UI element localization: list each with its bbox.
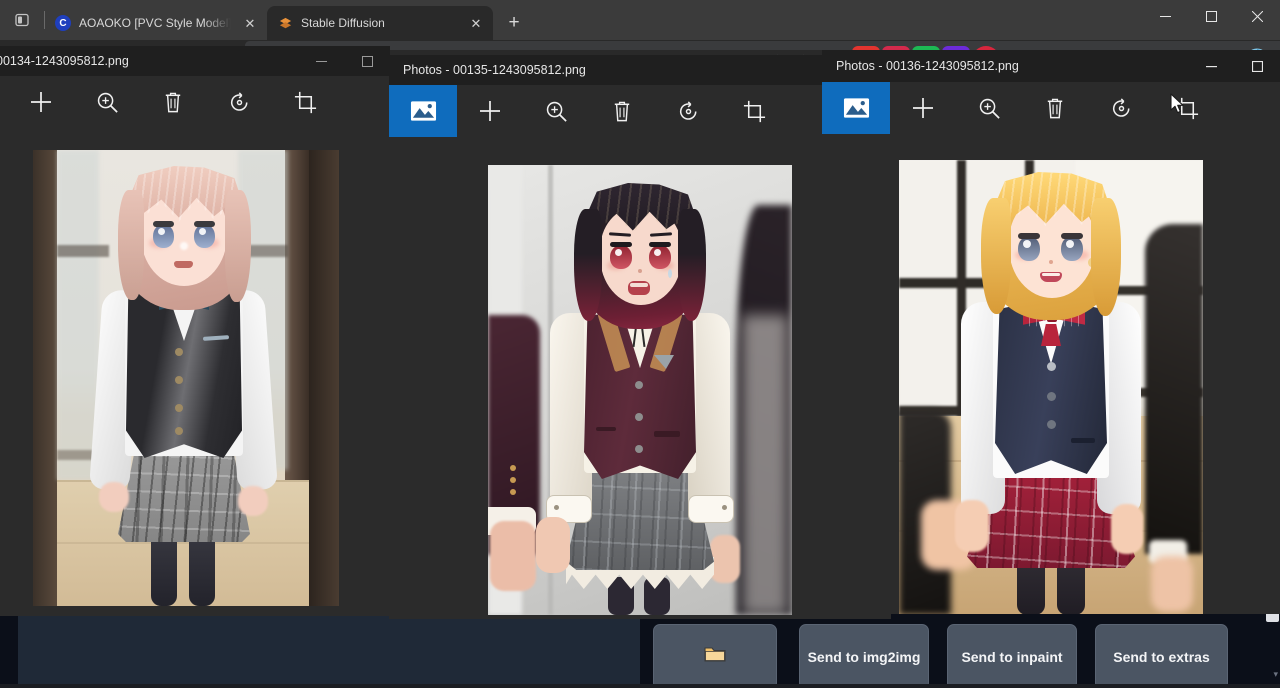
scroll-down-arrow-icon[interactable]: ▾	[1273, 669, 1278, 680]
tab-close-icon[interactable]: ✕	[465, 12, 487, 34]
photos-window-1-titlebar[interactable]: 00134-1243095812.png	[0, 46, 390, 76]
crop-icon[interactable]	[272, 76, 338, 128]
rotate-icon[interactable]	[206, 76, 272, 128]
minimize-button[interactable]	[1188, 50, 1234, 82]
tab-aoaoko[interactable]: C AOAOKO [PVC Style Model] - PV ✕	[45, 6, 267, 40]
magnifier-plus-icon[interactable]	[956, 82, 1022, 134]
crop-icon[interactable]	[721, 85, 787, 137]
photos-window-2-toolbar	[389, 85, 891, 137]
folder-icon	[704, 645, 726, 668]
add-button[interactable]	[8, 76, 74, 128]
windows-taskbar	[0, 684, 1280, 688]
trash-icon[interactable]	[1022, 82, 1088, 134]
image-view-button[interactable]	[389, 85, 457, 137]
add-button[interactable]	[890, 82, 956, 134]
tab-search-icon[interactable]	[0, 0, 44, 40]
window-controls	[298, 46, 390, 76]
tab-title: AOAOKO [PVC Style Model] - PV	[79, 16, 231, 30]
crop-icon[interactable]	[1154, 82, 1220, 134]
open-folder-button[interactable]	[653, 624, 777, 688]
window-controls	[1188, 50, 1280, 82]
magnifier-plus-icon[interactable]	[74, 76, 140, 128]
close-button[interactable]	[1234, 0, 1280, 32]
photos-window-2-canvas	[389, 137, 891, 619]
photos-window-3-titlebar[interactable]: Photos - 00136-1243095812.png	[822, 50, 1280, 82]
rotate-icon[interactable]	[655, 85, 721, 137]
send-to-extras-button[interactable]: Send to extras	[1095, 624, 1228, 688]
tab-title: Stable Diffusion	[301, 16, 457, 30]
photos-window-2-titlebar[interactable]: Photos - 00135-1243095812.png	[389, 55, 891, 85]
image-00135	[488, 165, 792, 615]
magnifier-plus-icon[interactable]	[523, 85, 589, 137]
photos-window-1-toolbar	[0, 76, 390, 128]
maximize-button[interactable]	[1188, 0, 1234, 32]
stable-diffusion-icon	[277, 15, 293, 31]
trash-icon[interactable]	[140, 76, 206, 128]
window-title: 00134-1243095812.png	[0, 54, 129, 68]
new-tab-button[interactable]: +	[499, 8, 529, 38]
photos-window-3[interactable]: Photos - 00136-1243095812.png	[822, 50, 1280, 614]
send-to-img2img-button[interactable]: Send to img2img	[799, 624, 929, 688]
window-title: Photos - 00135-1243095812.png	[389, 63, 586, 77]
browser-tabstrip: C AOAOKO [PVC Style Model] - PV ✕ Stable…	[0, 0, 1280, 40]
image-00136	[899, 160, 1203, 614]
maximize-button[interactable]	[1234, 50, 1280, 82]
add-button[interactable]	[457, 85, 523, 137]
window-title: Photos - 00136-1243095812.png	[822, 59, 1019, 73]
photos-window-1-canvas	[0, 128, 390, 616]
photos-window-2[interactable]: Photos - 00135-1243095812.png	[389, 55, 891, 619]
minimize-button[interactable]	[298, 46, 344, 76]
photos-window-3-toolbar	[822, 82, 1280, 134]
image-00134	[33, 150, 339, 606]
tab-close-icon[interactable]: ✕	[239, 12, 261, 34]
photos-window-1[interactable]: 00134-1243095812.png	[0, 46, 390, 616]
send-to-inpaint-button[interactable]: Send to inpaint	[947, 624, 1077, 688]
screen-root: C AOAOKO [PVC Style Model] - PV ✕ Stable…	[0, 0, 1280, 688]
image-view-button[interactable]	[822, 82, 890, 134]
minimize-button[interactable]	[1142, 0, 1188, 32]
civitai-icon: C	[55, 15, 71, 31]
browser-window-controls	[1142, 0, 1280, 40]
maximize-button[interactable]	[344, 46, 390, 76]
rotate-icon[interactable]	[1088, 82, 1154, 134]
trash-icon[interactable]	[589, 85, 655, 137]
photos-window-3-canvas	[822, 134, 1280, 614]
tab-stable-diffusion[interactable]: Stable Diffusion ✕	[267, 6, 493, 40]
